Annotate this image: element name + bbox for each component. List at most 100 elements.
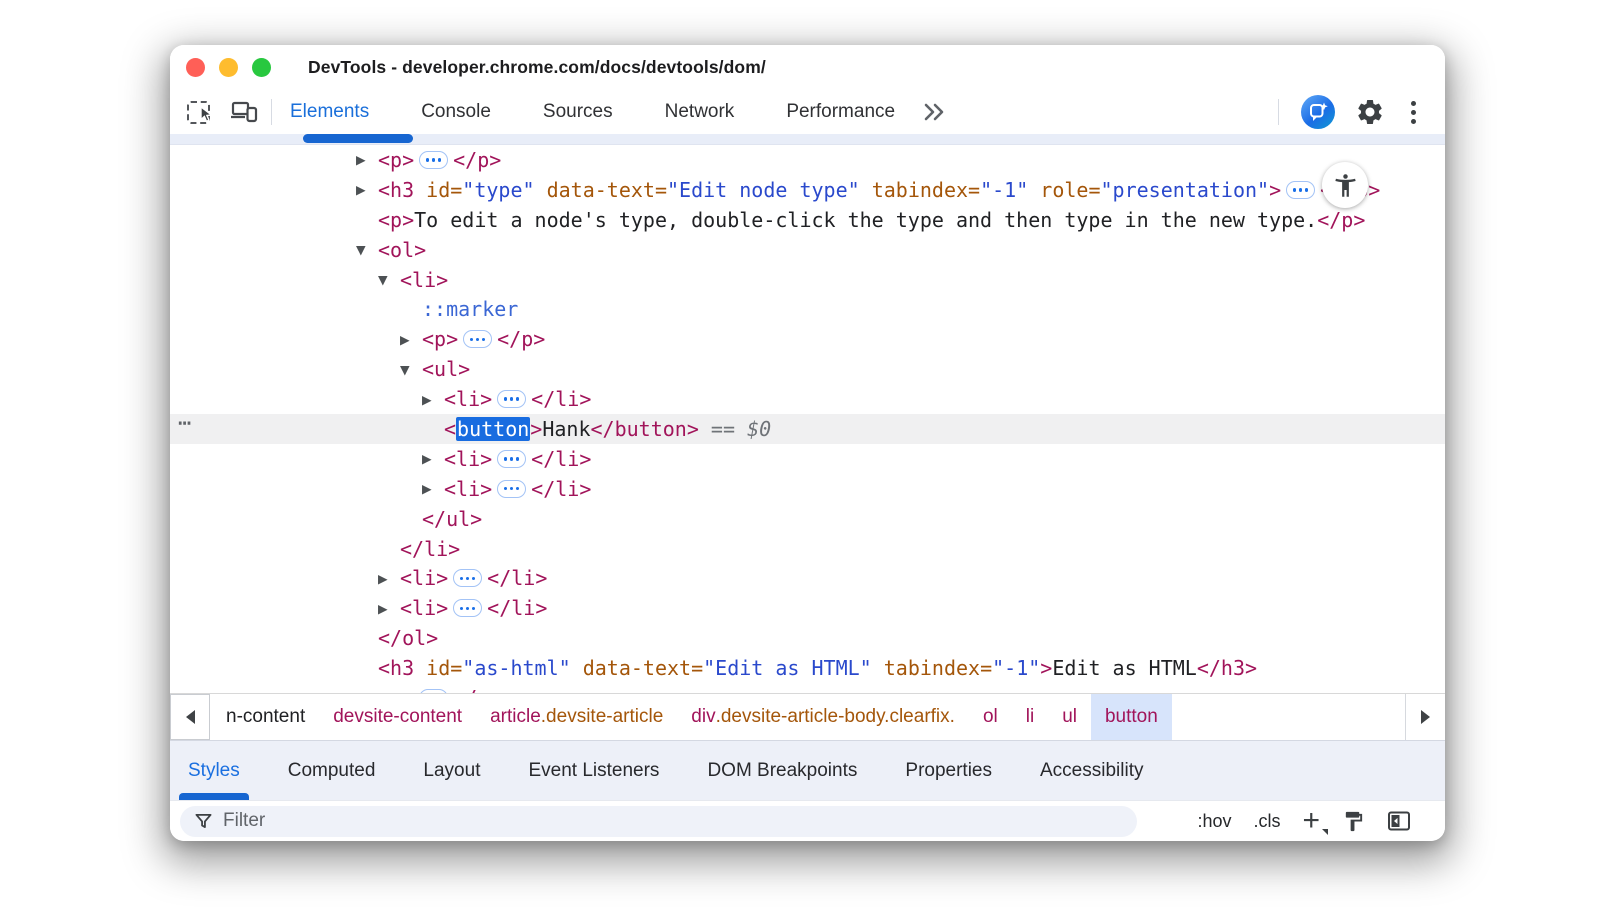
dom-tree-row[interactable]: ▼<li> (170, 265, 1445, 295)
breadcrumb-scroll-left-button[interactable] (170, 694, 210, 740)
dom-tree-row[interactable]: ▶<h3 id="type" data-text="Edit node type… (170, 175, 1445, 205)
dom-tree-row[interactable]: <p>To edit a node's type, double-click t… (170, 205, 1445, 235)
dom-text: To edit a node's type, double-click the … (414, 208, 1317, 232)
minimize-button[interactable] (219, 58, 238, 77)
tab-properties[interactable]: Properties (905, 741, 992, 800)
dom-val: "Edit node type" (667, 178, 860, 202)
dock-sidebar-icon (1387, 810, 1411, 832)
format-paint-button[interactable] (1342, 810, 1365, 833)
device-toolbar-button[interactable] (229, 97, 259, 127)
expand-ellipsis-icon[interactable] (419, 151, 448, 169)
ai-assistant-button[interactable] (1301, 95, 1335, 129)
dom-tag: <ul> (422, 357, 470, 381)
dom-tree-row[interactable]: ▶<li></li> (170, 474, 1445, 504)
breadcrumb-item[interactable]: div.devsite-article-body.clearfix. (677, 694, 969, 740)
breadcrumb-tag: li (1026, 706, 1034, 728)
dom-tree-row[interactable]: ▼<ol> (170, 235, 1445, 265)
row-options-icon[interactable]: ⋯ (178, 411, 192, 436)
dom-tree-row[interactable]: </ol> (170, 623, 1445, 653)
disclosure-arrow-icon[interactable]: ▼ (356, 242, 378, 257)
dom-tag: </li> (531, 477, 591, 501)
disclosure-arrow-icon[interactable]: ▶ (356, 152, 378, 167)
more-tabs-button[interactable] (921, 101, 947, 123)
class-toggle[interactable]: .cls (1253, 811, 1280, 832)
dom-tag: > (530, 417, 542, 441)
breadcrumb-item[interactable]: ul (1048, 694, 1091, 740)
dom-tag: <p> (422, 327, 458, 351)
disclosure-arrow-icon[interactable]: ▶ (422, 451, 444, 466)
tab-performance[interactable]: Performance (786, 101, 895, 123)
expand-ellipsis-icon[interactable] (453, 569, 482, 587)
tab-dom-breakpoints[interactable]: DOM Breakpoints (707, 741, 857, 800)
dom-tree-row[interactable]: ::marker (170, 294, 1445, 324)
dom-tree-row[interactable]: ▶<p></p> (170, 683, 1445, 693)
dom-tree-row[interactable]: ▶<li></li> (170, 593, 1445, 623)
dom-tree-row[interactable]: ⋯<button>Hank</button> == $0 (170, 414, 1445, 444)
dom-tree-row[interactable]: ▶<li></li> (170, 384, 1445, 414)
breadcrumb-item[interactable]: n-content (212, 694, 319, 740)
dom-tag: <h3 (378, 656, 414, 680)
dom-tree-row[interactable]: </ul> (170, 504, 1445, 534)
more-options-button[interactable] (1405, 97, 1421, 127)
expand-ellipsis-icon[interactable] (463, 330, 492, 348)
tab-accessibility[interactable]: Accessibility (1040, 741, 1143, 800)
styles-filter-bar: Filter :hov .cls + (170, 800, 1445, 841)
breadcrumb-item[interactable]: ol (969, 694, 1012, 740)
dom-tree-row[interactable]: ▶<p></p> (170, 145, 1445, 175)
breadcrumb-item[interactable]: button (1091, 694, 1172, 740)
close-button[interactable] (186, 58, 205, 77)
pseudo-state-toggle[interactable]: :hov (1197, 811, 1231, 832)
tab-styles[interactable]: Styles (188, 741, 240, 800)
dom-op: == (699, 417, 747, 441)
tab-sources[interactable]: Sources (543, 101, 613, 123)
accessibility-person-icon (1332, 172, 1359, 199)
dom-tag: <li> (444, 387, 492, 411)
dom-tree-row[interactable]: ▼<ul> (170, 354, 1445, 384)
window-title: DevTools - developer.chrome.com/docs/dev… (308, 57, 766, 78)
dom-tree-row[interactable]: <h3 id="as-html" data-text="Edit as HTML… (170, 653, 1445, 683)
dom-tree-row[interactable]: ▶<li></li> (170, 444, 1445, 474)
dom-tree: ▶<p></p>▶<h3 id="type" data-text="Edit n… (170, 145, 1445, 693)
inspect-element-button[interactable] (183, 97, 213, 127)
tab-layout[interactable]: Layout (423, 741, 480, 800)
disclosure-arrow-icon[interactable]: ▶ (422, 392, 444, 407)
breadcrumb-item[interactable]: article.devsite-article (476, 694, 677, 740)
expand-ellipsis-icon[interactable] (497, 450, 526, 468)
format-paint-icon (1342, 810, 1365, 833)
tab-network[interactable]: Network (665, 101, 735, 123)
disclosure-arrow-icon[interactable]: ▼ (378, 272, 400, 287)
tab-elements[interactable]: Elements (290, 101, 369, 123)
breadcrumb-item[interactable]: li (1012, 694, 1048, 740)
disclosure-arrow-icon[interactable]: ▶ (356, 182, 378, 197)
expand-ellipsis-icon[interactable] (453, 599, 482, 617)
tab-console[interactable]: Console (421, 101, 491, 123)
disclosure-arrow-icon[interactable]: ▶ (400, 332, 422, 347)
breadcrumb-scroll-right-button[interactable] (1405, 694, 1445, 740)
dom-tag: <li> (444, 447, 492, 471)
dom-tree-row[interactable]: </li> (170, 534, 1445, 564)
dom-tree-row[interactable]: ▶<p></p> (170, 324, 1445, 354)
breadcrumb-item[interactable]: devsite-content (319, 694, 476, 740)
expand-ellipsis-icon[interactable] (497, 390, 526, 408)
dom-name: data-text= (535, 178, 667, 202)
dom-tag: </li> (487, 596, 547, 620)
dom-tag: </p> (1317, 208, 1365, 232)
tab-event-listeners[interactable]: Event Listeners (528, 741, 659, 800)
dom-tree-row[interactable]: ▶<li></li> (170, 563, 1445, 593)
disclosure-arrow-icon[interactable]: ▶ (422, 481, 444, 496)
tab-computed[interactable]: Computed (288, 741, 376, 800)
dom-name: tabindex= (872, 656, 992, 680)
disclosure-arrow-icon[interactable]: ▶ (378, 571, 400, 586)
expand-ellipsis-icon[interactable] (497, 480, 526, 498)
dom-tag: < (444, 417, 456, 441)
settings-button[interactable] (1355, 97, 1385, 127)
dom-val: "-1" (992, 656, 1040, 680)
dock-sidebar-button[interactable] (1387, 810, 1411, 832)
disclosure-arrow-icon[interactable]: ▶ (378, 601, 400, 616)
filter-input[interactable]: Filter (180, 806, 1137, 837)
dom-text: Edit as HTML (1052, 656, 1197, 680)
disclosure-arrow-icon[interactable]: ▼ (400, 362, 422, 377)
new-style-rule-button[interactable]: + (1302, 811, 1320, 831)
zoom-button[interactable] (252, 58, 271, 77)
expand-ellipsis-icon[interactable] (1286, 181, 1315, 199)
